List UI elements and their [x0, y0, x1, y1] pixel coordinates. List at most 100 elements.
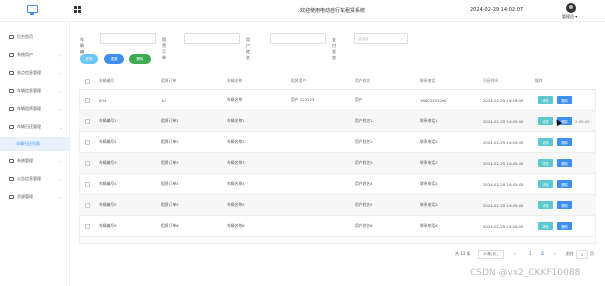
row-delete-button[interactable]: 删除	[557, 159, 572, 167]
reset-button[interactable]: 重置	[104, 54, 124, 64]
cell-rent-user: 用户 123123	[291, 97, 315, 102]
sidebar: 后台首页 系统用户 › 站点信息管理 › 车辆信息管理 › 车辆租赁管理 › 车…	[0, 22, 70, 286]
chevron-down-icon: ⌄	[495, 252, 499, 257]
row-delete-button[interactable]: 删除	[557, 222, 572, 230]
detail-button[interactable]: 详情	[538, 96, 553, 104]
detail-button[interactable]: 详情	[538, 180, 553, 188]
sidebar-item-vehicle-return[interactable]: 车辆归还管理 ⌄	[0, 120, 70, 134]
sidebar-item-system-users[interactable]: 系统用户 ›	[0, 48, 70, 62]
menu-grid-icon[interactable]	[74, 6, 81, 13]
detail-button[interactable]: 详情	[538, 201, 553, 209]
col-rent-user: 租赁用户	[291, 78, 307, 83]
rent-no-input[interactable]	[184, 33, 240, 44]
cell-rent-no: 租赁订单3	[161, 160, 179, 165]
cell-return-time: 2024-02-29 14:45:45	[483, 160, 524, 166]
cell-username: 用户	[355, 97, 363, 102]
sidebar-item-label: 车辆信息管理	[17, 88, 41, 93]
cell-vehicle-name: 车辆名称3	[227, 160, 245, 165]
row-checkbox[interactable]	[85, 224, 90, 229]
row-checkbox[interactable]	[85, 203, 90, 208]
detail-button[interactable]: 详情	[538, 138, 553, 146]
username-label: 用户姓名	[246, 37, 250, 60]
row-delete-button[interactable]: 删除	[557, 201, 572, 209]
row-checkbox[interactable]	[85, 161, 90, 166]
table-row: 车辆编号4 租赁订单4 车辆名称4 用户姓名4 联系电话4 2024-02-29…	[79, 174, 596, 195]
cell-vehicle-name: 车辆名称5	[227, 202, 245, 207]
detail-button[interactable]: 详情	[538, 222, 553, 230]
tooltip-text: 2:45:45	[575, 118, 590, 124]
sidebar-item-system-settings[interactable]: 系统管理 ›	[0, 154, 70, 168]
row-checkbox[interactable]	[85, 182, 90, 187]
sidebar-item-vehicle-rent[interactable]: 车辆租赁管理 ›	[0, 102, 70, 116]
resource-icon	[9, 194, 14, 200]
sidebar-item-label: 资源管理	[17, 194, 33, 199]
cell-username: 用户姓名2	[355, 139, 373, 144]
chevron-right-icon: ›	[59, 106, 61, 112]
table-header: 车辆编号 租赁订单 车辆名称 租赁用户 用户姓名 联系电话 归还时间 操作	[79, 73, 596, 90]
cell-phone: 18603253290	[420, 97, 447, 103]
pay-status-select[interactable]: 请选择 ⌄	[354, 33, 408, 44]
cell-phone: 联系电话1	[420, 118, 438, 123]
notice-icon	[9, 176, 14, 182]
row-delete-button[interactable]: 删除	[557, 138, 572, 146]
username-input[interactable]	[270, 33, 326, 44]
chevron-down-icon: ⌄	[59, 124, 63, 130]
cell-vehicle-name: 车辆名称1	[227, 118, 245, 123]
table-row: 车辆编号3 租赁订单3 车辆名称3 用户姓名3 联系电话3 2024-02-29…	[79, 153, 596, 174]
sidebar-item-vehicle-info[interactable]: 车辆信息管理 ›	[0, 84, 70, 98]
chevron-right-icon: ›	[59, 88, 61, 94]
next-page-button[interactable]: ›	[554, 251, 556, 256]
prev-page-button[interactable]: ‹	[514, 251, 516, 256]
sidebar-item-notice[interactable]: 公告信息管理 ›	[0, 172, 70, 186]
cell-vehicle-no: 车辆编号3	[99, 160, 117, 165]
sidebar-item-return-list[interactable]: 车辆归还列表	[0, 137, 70, 151]
sidebar-item-label: 公告信息管理	[17, 176, 41, 181]
cell-phone: 联系电话2	[420, 139, 438, 144]
col-return-time: 归还时间	[483, 78, 499, 83]
cell-return-time: 2024-02-29 14:45:45	[483, 181, 524, 187]
bike-icon	[9, 88, 14, 94]
cell-vehicle-name: 车辆名称6	[227, 223, 245, 228]
row-checkbox[interactable]	[85, 119, 90, 124]
row-checkbox[interactable]	[85, 98, 90, 103]
cell-vehicle-no: E04	[99, 97, 107, 103]
page-1-button[interactable]: 1	[529, 251, 532, 256]
sidebar-item-label: 站点信息管理	[17, 70, 41, 75]
monitor-icon	[27, 5, 38, 15]
table-row: E04 10 车辆名称 用户 123123 用户 18603253290 202…	[79, 90, 596, 111]
detail-button[interactable]: 详情	[538, 159, 553, 167]
page-size-select[interactable]: 10条/页 ⌄	[478, 250, 504, 259]
page-2-button[interactable]: 2	[541, 251, 544, 256]
detail-button[interactable]: 详情	[538, 117, 553, 125]
col-vehicle-name: 车辆名称	[227, 78, 243, 83]
cell-return-time: 2024-02-29 14:45:45	[483, 223, 524, 229]
sidebar-item-site-info[interactable]: 站点信息管理 ›	[0, 66, 70, 80]
cell-rent-no: 10	[161, 97, 166, 103]
chevron-right-icon: ›	[59, 70, 61, 76]
sidebar-item-home[interactable]: 后台首页	[0, 30, 70, 44]
col-phone: 联系电话	[420, 78, 436, 83]
app-title: 欢迎使用电动自行车租赁系统	[300, 8, 366, 14]
select-all-checkbox[interactable]	[85, 79, 90, 84]
avatar[interactable]	[566, 3, 576, 13]
col-username: 用户姓名	[355, 78, 371, 83]
current-datetime: 2024-02-29 14:02:07	[470, 7, 524, 13]
delete-button[interactable]: 删除	[129, 54, 151, 64]
goto-page-input[interactable]: 2	[576, 250, 588, 259]
col-actions: 操作	[535, 78, 543, 83]
user-icon	[9, 52, 14, 58]
search-button[interactable]: 查询	[80, 54, 98, 64]
cell-vehicle-no: 车辆编号5	[99, 202, 117, 207]
cell-vehicle-no: 车辆编号2	[99, 139, 117, 144]
sidebar-item-label: 系统用户	[17, 52, 33, 57]
vehicle-no-input[interactable]	[100, 33, 156, 44]
sidebar-item-resources[interactable]: 资源管理 ›	[0, 190, 70, 204]
cell-phone: 联系电话5	[420, 202, 438, 207]
row-checkbox[interactable]	[85, 140, 90, 145]
row-delete-button[interactable]: 删除	[557, 96, 572, 104]
goto-page-value: 2	[580, 252, 584, 257]
sidebar-item-label: 车辆租赁管理	[17, 106, 41, 111]
user-menu[interactable]: 管理员 ▾	[562, 14, 577, 20]
cell-return-time: 2024-02-29 14:45:45	[483, 118, 524, 124]
row-delete-button[interactable]: 删除	[557, 180, 572, 188]
